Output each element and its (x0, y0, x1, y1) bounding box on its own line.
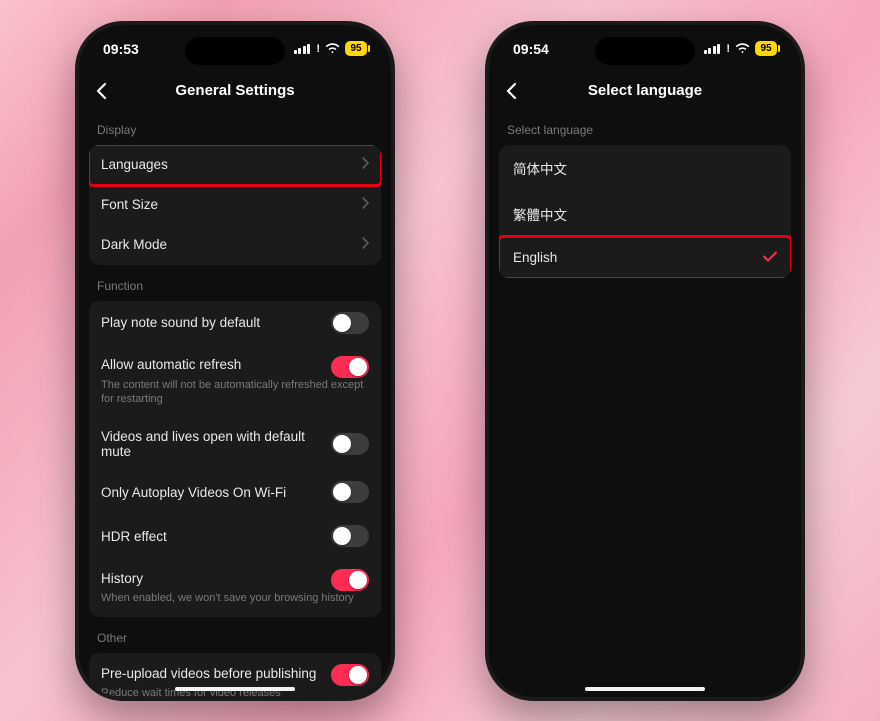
section-other-label: Other (89, 617, 381, 653)
wifi-icon (325, 42, 340, 56)
cellular-alert-icon: ! (316, 43, 320, 55)
dynamic-island (595, 37, 695, 65)
back-button[interactable] (501, 81, 521, 101)
status-time: 09:54 (513, 41, 549, 57)
display-group: Languages Font Size Dark Mode (89, 145, 381, 265)
battery-icon: 95 (755, 41, 777, 56)
lang-label: 繁體中文 (513, 204, 567, 224)
row-default-mute[interactable]: Videos and lives open with default mute (89, 418, 381, 470)
toggle-preupload[interactable] (331, 664, 369, 686)
back-button[interactable] (91, 81, 111, 101)
row-languages[interactable]: Languages (89, 145, 381, 185)
content-scroll[interactable]: Select language 简体中文 繁體中文 English (489, 109, 801, 697)
status-time: 09:53 (103, 41, 139, 57)
row-auto-refresh[interactable]: Allow automatic refresh The content will… (89, 345, 381, 419)
row-sublabel: The content will not be automatically re… (101, 378, 369, 408)
row-label: Only Autoplay Videos On Wi-Fi (101, 485, 286, 500)
phone-left: 09:53 ! 95 General Settings Display Lang… (75, 21, 395, 701)
lang-label: 简体中文 (513, 158, 567, 178)
row-label: HDR effect (101, 529, 167, 544)
wifi-icon (735, 42, 750, 56)
section-function-label: Function (89, 265, 381, 301)
navbar: General Settings (79, 73, 391, 109)
home-indicator[interactable] (585, 687, 705, 691)
section-display-label: Display (89, 109, 381, 145)
row-label: Videos and lives open with default mute (101, 429, 331, 459)
section-select-language-label: Select language (499, 109, 791, 145)
row-hdr[interactable]: HDR effect (89, 514, 381, 558)
row-font-size[interactable]: Font Size (89, 185, 381, 225)
lang-option-english[interactable]: English (499, 237, 791, 278)
chevron-right-icon (362, 236, 369, 254)
dynamic-island (185, 37, 285, 65)
row-label: Play note sound by default (101, 315, 260, 330)
phone-right: 09:54 ! 95 Select language Select langua… (485, 21, 805, 701)
row-label: History (101, 571, 143, 586)
battery-icon: 95 (345, 41, 367, 56)
row-dark-mode[interactable]: Dark Mode (89, 225, 381, 265)
row-label: Dark Mode (101, 237, 167, 252)
page-title: General Settings (175, 82, 294, 99)
row-label: Pre-upload videos before publishing (101, 666, 316, 681)
row-label: Font Size (101, 197, 158, 212)
content-scroll[interactable]: Display Languages Font Size Dark Mode Fu… (79, 109, 391, 697)
toggle-auto-refresh[interactable] (331, 356, 369, 378)
language-group: 简体中文 繁體中文 English (499, 145, 791, 278)
cellular-icon (704, 44, 721, 54)
cellular-alert-icon: ! (726, 43, 730, 55)
navbar: Select language (489, 73, 801, 109)
toggle-play-note[interactable] (331, 312, 369, 334)
row-label: Allow automatic refresh (101, 357, 241, 372)
check-icon (763, 250, 777, 265)
chevron-right-icon (362, 156, 369, 174)
home-indicator[interactable] (175, 687, 295, 691)
chevron-right-icon (362, 196, 369, 214)
row-play-note[interactable]: Play note sound by default (89, 301, 381, 345)
toggle-history[interactable] (331, 569, 369, 591)
lang-option-simplified[interactable]: 简体中文 (499, 145, 791, 191)
lang-option-traditional[interactable]: 繁體中文 (499, 191, 791, 237)
function-group: Play note sound by default Allow automat… (89, 301, 381, 618)
cellular-icon (294, 44, 311, 54)
toggle-default-mute[interactable] (331, 433, 369, 455)
lang-label: English (513, 250, 557, 265)
row-history[interactable]: History When enabled, we won't save your… (89, 558, 381, 617)
row-autoplay-wifi[interactable]: Only Autoplay Videos On Wi-Fi (89, 470, 381, 514)
page-title: Select language (588, 82, 702, 99)
toggle-autoplay-wifi[interactable] (331, 481, 369, 503)
toggle-hdr[interactable] (331, 525, 369, 547)
row-sublabel: When enabled, we won't save your browsin… (101, 591, 354, 606)
row-label: Languages (101, 157, 168, 172)
